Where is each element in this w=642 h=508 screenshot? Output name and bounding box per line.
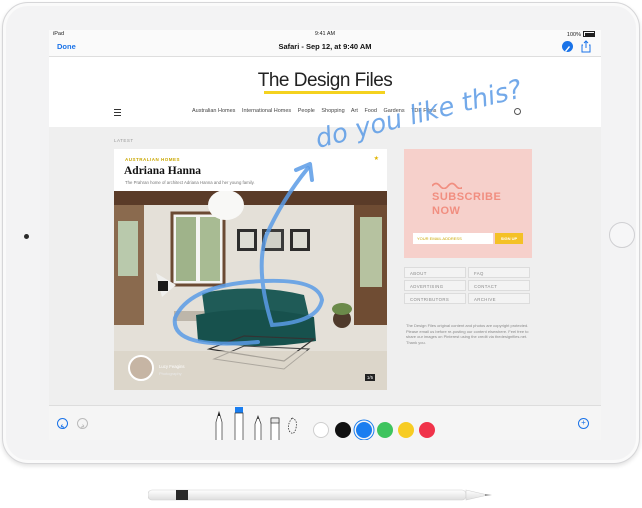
nav-link: Food [364, 108, 377, 114]
ad-headline-2: NOW [432, 205, 461, 217]
battery-status: 100% [567, 31, 595, 38]
site-nav: Australian Homes International Homes Peo… [192, 108, 441, 114]
undo-icon[interactable] [57, 418, 68, 430]
webpage-screenshot: The Design Files Australian Homes Intern… [49, 57, 601, 405]
screen: iPad 9:41 AM 100% Done Safari - Sep 12, … [49, 30, 601, 440]
ad-email-field: YOUR EMAIL ADDRESS [413, 233, 493, 244]
battery-icon [583, 31, 595, 37]
apple-pencil [148, 489, 492, 501]
footer-link: CONTRIBUTORS [404, 293, 466, 304]
nav-link: International Homes [241, 108, 292, 114]
status-bar: iPad 9:41 AM 100% [49, 30, 601, 38]
footer-link: ABOUT [404, 267, 466, 278]
nav-link: TDF Films [411, 108, 437, 114]
add-icon[interactable]: + [578, 418, 589, 429]
pencil-icon[interactable] [252, 406, 264, 440]
ad-signup-button: SIGN UP [495, 233, 523, 244]
markup-navbar: Done Safari - Sep 12, at 9:40 AM [49, 38, 601, 57]
front-camera [24, 234, 29, 239]
star-icon: ★ [373, 156, 379, 162]
color-swatch-black[interactable] [335, 422, 351, 438]
pen-icon[interactable] [213, 406, 225, 440]
living-room-image [114, 191, 387, 390]
markup-toolbar: + [49, 405, 601, 440]
color-swatch-yellow[interactable] [398, 422, 414, 438]
markup-pen-icon[interactable] [562, 41, 573, 52]
lasso-icon[interactable] [285, 406, 299, 440]
article-photo: Lucy Feagins Photography 1/5 [114, 191, 387, 390]
hamburger-menu-icon [114, 109, 121, 116]
section-label: LATEST [114, 138, 134, 143]
status-time: 9:41 AM [314, 31, 336, 37]
color-swatch-white[interactable] [313, 422, 329, 438]
photo-counter: 1/5 [365, 374, 375, 381]
footer-link: ADVERTISING [404, 280, 466, 291]
color-swatch-blue[interactable] [356, 422, 372, 438]
nav-link: Shopping [321, 108, 345, 114]
subscribe-ad: SUBSCRIBE NOW YOUR EMAIL ADDRESS SIGN UP [404, 149, 532, 258]
color-swatch-red[interactable] [419, 422, 435, 438]
site-header: The Design Files Australian Homes Intern… [49, 57, 601, 127]
nav-link: Art [350, 108, 358, 114]
home-button[interactable] [609, 222, 635, 248]
footer-link: ARCHIVE [468, 293, 530, 304]
nav-link: People [297, 108, 315, 114]
nav-link: Australian Homes [192, 108, 236, 114]
ipad-frame: iPad 9:41 AM 100% Done Safari - Sep 12, … [2, 2, 640, 464]
article-category: AUSTRALIAN HOMES [125, 157, 180, 162]
photo-credit: Lucy Feagins [159, 364, 185, 369]
screenshot-title: Safari - Sep 12, at 9:40 AM [278, 42, 372, 51]
marker-icon[interactable] [232, 406, 246, 440]
site-logo: The Design Files [257, 70, 393, 91]
article-subtitle: The Prahran home of architect Adriana Ha… [125, 180, 255, 185]
article-title: Adriana Hanna [124, 165, 202, 177]
wave-decoration [432, 182, 462, 189]
nav-link: Gardens [383, 108, 405, 114]
eraser-icon[interactable] [269, 406, 281, 440]
author-avatar [128, 355, 154, 381]
footer-link: FAQ [468, 267, 530, 278]
redo-icon[interactable] [77, 418, 88, 430]
share-icon[interactable] [581, 40, 591, 53]
ad-headline-1: SUBSCRIBE [432, 191, 502, 203]
photo-credit-sub: Photography [159, 371, 182, 376]
search-icon [514, 108, 521, 115]
copyright-text: The Design Files original content and ph… [406, 323, 529, 345]
featured-article-card: AUSTRALIAN HOMES ★ Adriana Hanna The Pra… [114, 149, 387, 390]
footer-link: CONTACT [468, 280, 530, 291]
color-swatch-green[interactable] [377, 422, 393, 438]
